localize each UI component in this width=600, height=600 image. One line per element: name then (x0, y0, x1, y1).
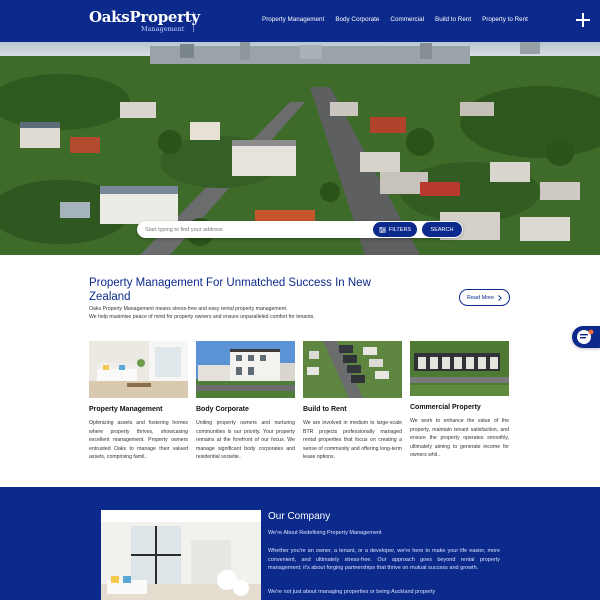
card-title: Commercial Property (410, 404, 481, 411)
chevron-right-icon (498, 294, 502, 301)
company-interior-image (101, 510, 261, 600)
company-subheading: We're About Redefining Property Manageme… (268, 530, 382, 536)
logo-wordmark: OaksProperty (89, 8, 200, 26)
card-title: Build to Rent (303, 406, 347, 413)
card-image-commercial-aerial (410, 341, 509, 396)
read-more-button[interactable]: Read More (459, 289, 510, 306)
nav-commercial[interactable]: Commercial (390, 16, 424, 23)
property-search-bar: FILTERS SEARCH (137, 221, 463, 238)
chat-bubble-icon (577, 329, 594, 344)
sliders-icon (378, 226, 386, 233)
company-paragraph-1: Whether you're an owner, a tenant, or a … (268, 548, 500, 571)
search-button[interactable]: SEARCH (422, 222, 462, 237)
company-heading: Our Company (268, 511, 331, 522)
service-card-body-corporate[interactable]: Body Corporate Uniting property owners a… (196, 341, 295, 462)
company-paragraph-2: We're not just about managing properties… (268, 589, 436, 595)
service-card-property-management[interactable]: Property Management Optimizing assets an… (89, 341, 188, 462)
filters-label: FILTERS (388, 226, 412, 233)
card-text: We are involved in medium to large-scale… (303, 420, 402, 460)
intro-line-1: Oaks Property Management means stress-fr… (89, 306, 288, 312)
nav-build-to-rent[interactable]: Build to Rent (435, 16, 471, 23)
hero-banner: FILTERS SEARCH (0, 42, 600, 255)
intro-text: Oaks Property Management means stress-fr… (89, 305, 389, 321)
page: OaksProperty Management Property Managem… (0, 0, 600, 600)
card-text: Uniting property owners and nurturing co… (196, 420, 295, 460)
card-title: Body Corporate (196, 406, 249, 413)
chat-widget-button[interactable] (572, 326, 600, 348)
our-company-section: Our Company We're About Redefining Prope… (0, 487, 600, 600)
logo[interactable]: OaksProperty Management (89, 8, 200, 34)
intro-line-2: We help maximise peace of mind for prope… (89, 314, 315, 320)
header-divider (193, 12, 194, 32)
card-title: Property Management (89, 406, 163, 413)
address-search-input[interactable] (145, 224, 365, 235)
card-image-living-room (89, 341, 188, 398)
service-card-commercial-property[interactable]: Commercial Property We work to enhance t… (410, 341, 509, 460)
filters-button[interactable]: FILTERS (373, 222, 417, 237)
intro-heading: Property Management For Unmatched Succes… (89, 277, 371, 303)
card-image-townhouses (196, 341, 295, 398)
logo-tagline: Management (141, 25, 185, 33)
nav-body-corporate[interactable]: Body Corporate (335, 16, 379, 23)
read-more-label: Read More (466, 294, 495, 301)
card-image-housing-development (303, 341, 402, 398)
nav-property-management[interactable]: Property Management (262, 16, 324, 23)
nav-property-to-rent[interactable]: Property to Rent (482, 16, 528, 23)
card-text: Optimizing assets and fostering homes wh… (89, 420, 188, 460)
card-text: We work to enhance the value of the prop… (410, 418, 509, 458)
main-nav: Property Management Body Corporate Comme… (262, 16, 539, 23)
site-header: OaksProperty Management Property Managem… (0, 0, 600, 42)
service-card-build-to-rent[interactable]: Build to Rent We are involved in medium … (303, 341, 402, 462)
plus-icon[interactable] (576, 13, 590, 27)
